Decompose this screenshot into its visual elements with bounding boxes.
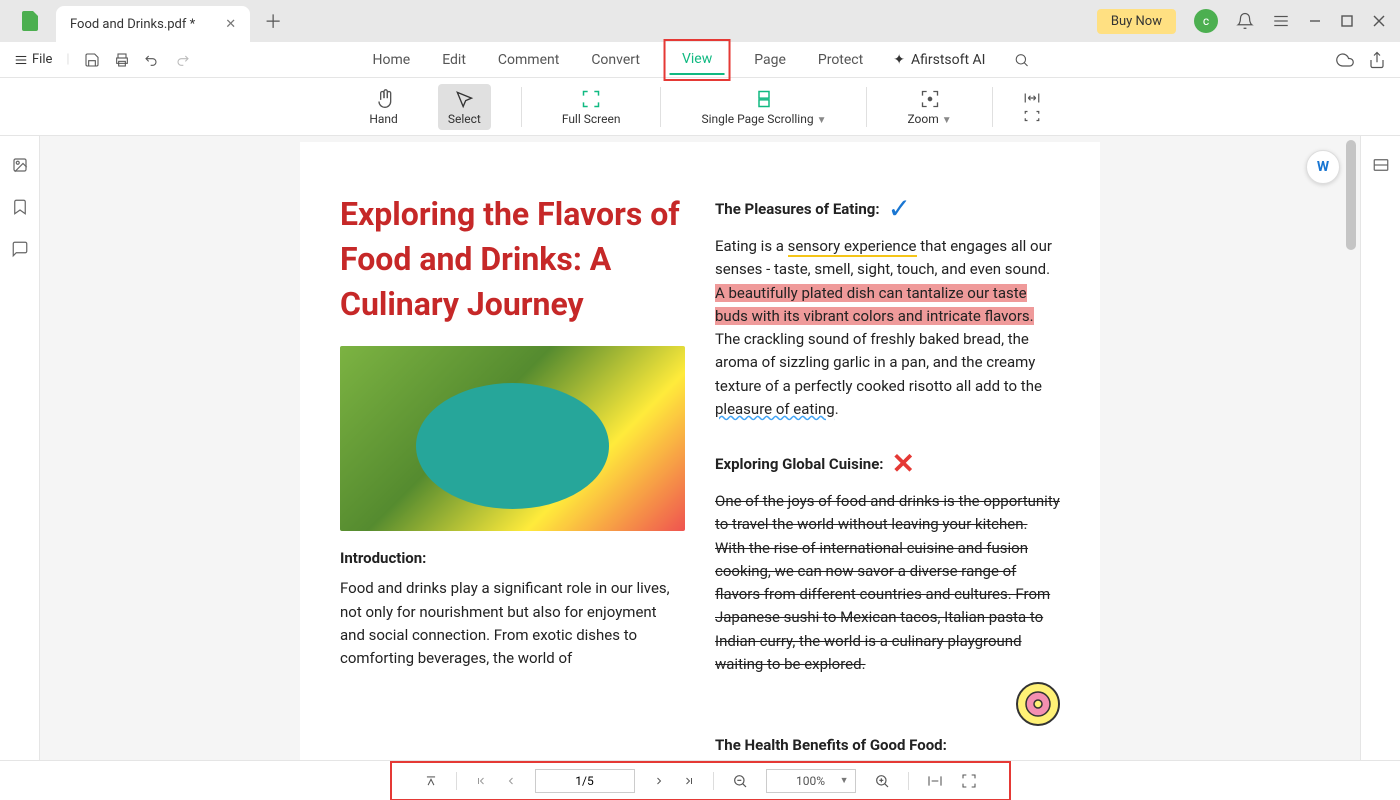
new-tab-button[interactable]: ＋	[264, 8, 282, 34]
right-sidebar	[1360, 136, 1400, 760]
section1-heading: The Pleasures of Eating:	[715, 200, 880, 218]
share-icon[interactable]	[1368, 51, 1386, 69]
zoom-out-icon[interactable]	[732, 773, 748, 789]
full-screen-tool[interactable]: Full Screen	[552, 84, 631, 130]
minimize-icon[interactable]	[1308, 14, 1322, 28]
checkmark-annotation: ✓	[888, 192, 911, 225]
user-avatar[interactable]: c	[1194, 9, 1218, 33]
hand-icon	[374, 88, 394, 110]
first-page-icon[interactable]	[424, 774, 438, 788]
print-icon[interactable]	[114, 52, 130, 68]
donut-stamp	[1016, 682, 1060, 726]
page-zoom-controls: 100%▼	[394, 765, 1007, 797]
prev-page-icon[interactable]	[505, 775, 517, 787]
fit-page-icon[interactable]	[1023, 109, 1041, 123]
zoom-icon	[920, 88, 940, 110]
menu-bar: File | Home Edit Comment Convert View Pa…	[0, 42, 1400, 78]
separator	[660, 87, 661, 127]
zoom-tool[interactable]: Zoom ▼	[897, 84, 961, 130]
view-toolbar: Hand Select Full Screen Single Page Scro…	[0, 78, 1400, 136]
save-icon[interactable]	[84, 52, 100, 68]
redo-icon[interactable]	[174, 52, 190, 68]
file-menu-button[interactable]: File	[14, 52, 52, 67]
section2-heading: Exploring Global Cuisine:	[715, 455, 884, 473]
cursor-icon	[454, 88, 474, 110]
menu-view[interactable]: View	[670, 45, 724, 75]
intro-body: Food and drinks play a significant role …	[340, 577, 685, 670]
sparkle-icon: ✦	[893, 52, 905, 68]
cloud-icon[interactable]	[1336, 51, 1354, 69]
left-sidebar	[0, 136, 40, 760]
menu-home[interactable]: Home	[371, 46, 413, 74]
buy-now-button[interactable]: Buy Now	[1097, 9, 1176, 34]
bell-icon[interactable]	[1236, 12, 1254, 30]
menu-comment[interactable]: Comment	[496, 46, 561, 74]
page-input[interactable]	[535, 769, 635, 793]
menu-page[interactable]: Page	[752, 46, 788, 74]
section3-heading: The Health Benefits of Good Food:	[715, 736, 1060, 754]
menu-icon[interactable]	[1272, 12, 1290, 30]
fit-width-icon[interactable]	[1023, 91, 1041, 105]
tab-title: Food and Drinks.pdf *	[70, 17, 195, 32]
undo-icon[interactable]	[144, 52, 160, 68]
status-bar: 100%▼	[0, 760, 1400, 800]
first-icon[interactable]	[475, 775, 487, 787]
zoom-in-icon[interactable]	[874, 773, 890, 789]
intro-heading: Introduction:	[340, 549, 685, 567]
separator	[992, 87, 993, 127]
panel-icon[interactable]	[1372, 156, 1390, 174]
x-annotation: ✕	[892, 447, 915, 480]
vertical-scrollbar[interactable]	[1346, 140, 1356, 250]
separator	[866, 87, 867, 127]
menu-convert[interactable]: Convert	[589, 46, 642, 74]
last-icon[interactable]	[683, 775, 695, 787]
pdf-page: Exploring the Flavors of Food and Drinks…	[300, 142, 1100, 760]
menu-protect[interactable]: Protect	[816, 46, 865, 74]
thumbnails-icon[interactable]	[11, 156, 29, 174]
fullscreen-status-icon[interactable]	[961, 773, 977, 789]
select-tool[interactable]: Select	[438, 84, 491, 130]
fit-width-status-icon[interactable]	[927, 773, 943, 789]
chevron-down-icon: ▼	[942, 115, 952, 126]
search-icon[interactable]	[1013, 52, 1029, 68]
document-title: Exploring the Flavors of Food and Drinks…	[340, 192, 685, 326]
ai-link[interactable]: ✦ Afirstsoft AI	[893, 52, 985, 68]
separator	[521, 87, 522, 127]
close-window-icon[interactable]	[1372, 14, 1386, 28]
bookmarks-icon[interactable]	[11, 198, 29, 216]
section1-body: Eating is a sensory experience that enga…	[715, 235, 1060, 421]
zoom-input[interactable]: 100%▼	[766, 769, 856, 793]
hand-tool[interactable]: Hand	[359, 84, 407, 130]
menu-edit[interactable]: Edit	[440, 46, 468, 74]
page-scroll-icon	[754, 88, 774, 110]
fullscreen-icon	[581, 88, 601, 110]
chevron-down-icon: ▼	[817, 115, 827, 126]
title-bar: Food and Drinks.pdf * ✕ ＋ Buy Now c	[0, 0, 1400, 42]
section2-body: One of the joys of food and drinks is th…	[715, 490, 1060, 676]
app-logo	[18, 7, 46, 35]
word-badge[interactable]: W	[1306, 150, 1340, 184]
comments-icon[interactable]	[11, 240, 29, 258]
document-image	[340, 346, 685, 531]
next-page-icon[interactable]	[653, 775, 665, 787]
document-tab[interactable]: Food and Drinks.pdf * ✕	[56, 6, 250, 42]
chevron-down-icon: ▼	[840, 775, 849, 786]
close-tab-icon[interactable]: ✕	[225, 17, 236, 32]
document-viewport[interactable]: Exploring the Flavors of Food and Drinks…	[40, 136, 1360, 760]
maximize-icon[interactable]	[1340, 14, 1354, 28]
single-page-tool[interactable]: Single Page Scrolling ▼	[691, 84, 836, 130]
